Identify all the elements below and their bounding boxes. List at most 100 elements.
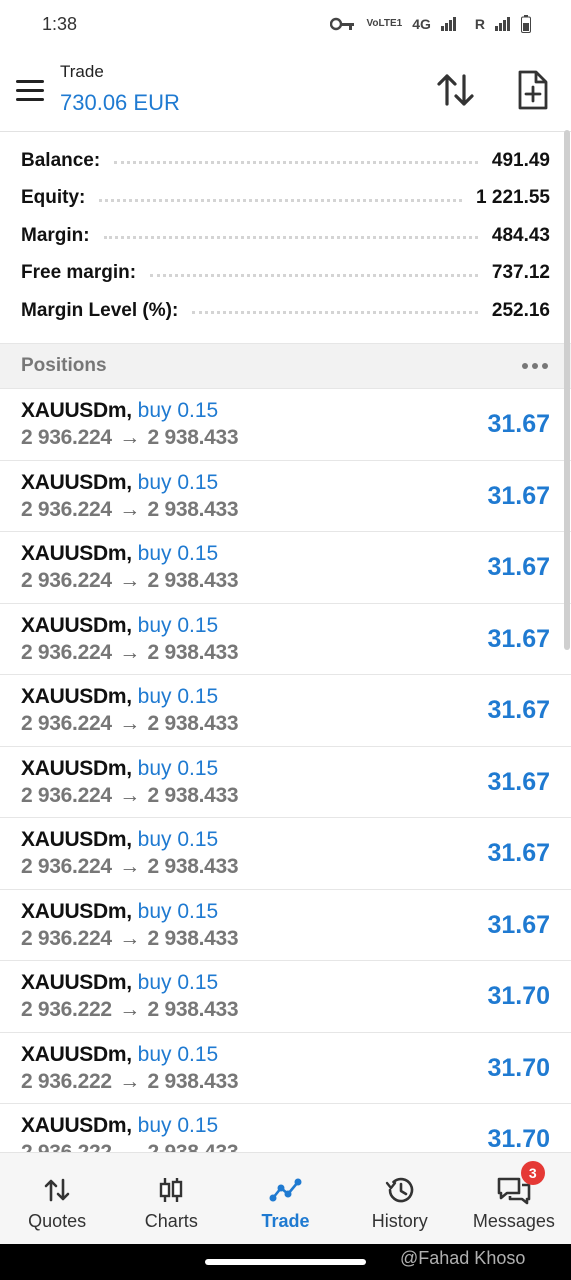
position-symbol: XAUUSDm, bbox=[21, 971, 132, 994]
summary-value: 737.12 bbox=[491, 262, 550, 284]
position-symbol: XAUUSDm, bbox=[21, 542, 132, 565]
scrollbar[interactable] bbox=[564, 130, 570, 650]
page-title: Trade bbox=[60, 62, 104, 81]
arrow-right-icon: → bbox=[119, 640, 140, 664]
position-current-price: 2 938.433 bbox=[147, 783, 239, 807]
position-side: buy 0.15 bbox=[137, 613, 219, 637]
position-current-price: 2 938.433 bbox=[148, 1141, 239, 1152]
position-open-price: 2 936.222 bbox=[21, 998, 112, 1021]
position-row[interactable]: XAUUSDm, buy 0.15 2 936.224 → 2 938.433 … bbox=[0, 675, 571, 747]
position-side: buy 0.15 bbox=[137, 756, 219, 780]
bottom-nav: Quotes Charts Trade History 3 Messages bbox=[0, 1152, 571, 1244]
position-side: buy 0.15 bbox=[137, 828, 219, 851]
menu-button[interactable] bbox=[12, 72, 48, 108]
position-profit: 31.70 bbox=[487, 1125, 550, 1152]
summary-label: Margin Level (%): bbox=[21, 299, 179, 321]
arrow-right-icon: → bbox=[119, 426, 140, 449]
position-current-price: 2 938.433 bbox=[147, 712, 239, 735]
candlestick-icon bbox=[160, 1178, 183, 1202]
summary-value: 252.16 bbox=[491, 299, 550, 321]
position-symbol: XAUUSDm, bbox=[21, 613, 132, 637]
trade-trend-icon bbox=[269, 1178, 301, 1202]
app-header: Trade 730.06 EUR bbox=[0, 54, 571, 130]
position-current-price: 2 938.433 bbox=[147, 497, 239, 521]
summary-row-margin-level: Margin Level (%): 252.16 bbox=[0, 292, 571, 330]
position-current-price: 2 938.433 bbox=[147, 855, 239, 878]
sort-arrows-icon bbox=[437, 74, 474, 106]
sort-button[interactable] bbox=[432, 68, 480, 112]
battery-icon bbox=[521, 15, 531, 33]
position-side: buy 0.15 bbox=[137, 1114, 219, 1137]
position-open-price: 2 936.224 bbox=[21, 426, 112, 449]
position-row[interactable]: XAUUSDm, buy 0.15 2 936.224 → 2 938.433 … bbox=[0, 461, 571, 532]
arrow-right-icon: → bbox=[119, 1069, 140, 1093]
position-side: buy 0.15 bbox=[137, 971, 219, 994]
roaming-indicator: R bbox=[474, 16, 485, 32]
history-icon bbox=[385, 1177, 413, 1203]
position-side: buy 0.15 bbox=[137, 542, 219, 565]
nav-label: Quotes bbox=[28, 1211, 87, 1231]
position-current-price: 2 938.433 bbox=[147, 569, 239, 592]
position-symbol: XAUUSDm, bbox=[21, 828, 132, 851]
position-side: buy 0.15 bbox=[137, 399, 219, 422]
position-profit: 31.67 bbox=[487, 910, 550, 939]
nav-messages[interactable]: 3 Messages bbox=[457, 1153, 571, 1244]
signal-icon-2 bbox=[495, 17, 510, 31]
arrow-right-icon: → bbox=[117, 1141, 142, 1152]
position-row[interactable]: XAUUSDm, buy 0.15 2 936.224 → 2 938.433 … bbox=[0, 890, 571, 961]
nav-charts[interactable]: Charts bbox=[114, 1153, 228, 1244]
positions-title: Positions bbox=[21, 355, 107, 376]
arrow-right-icon: → bbox=[119, 998, 140, 1021]
position-open-price: 2 936.224 bbox=[21, 712, 112, 735]
summary-row-balance: Balance: 491.49 bbox=[0, 142, 571, 180]
arrow-right-icon: → bbox=[119, 855, 140, 878]
arrow-right-icon: → bbox=[119, 712, 140, 735]
position-profit: 31.70 bbox=[487, 982, 550, 1010]
nav-trade[interactable]: Trade bbox=[228, 1153, 342, 1244]
position-row[interactable]: XAUUSDm, buy 0.15 2 936.224 → 2 938.433 … bbox=[0, 747, 571, 818]
new-document-icon bbox=[518, 70, 548, 110]
position-row[interactable]: XAUUSDm, buy 0.15 2 936.224 → 2 938.433 … bbox=[0, 604, 571, 675]
header-divider bbox=[0, 131, 571, 132]
home-indicator[interactable] bbox=[205, 1259, 366, 1265]
nav-quotes[interactable]: Quotes bbox=[0, 1153, 114, 1244]
position-open-price: 2 936.224 bbox=[21, 783, 112, 807]
position-open-price: 2 936.224 bbox=[21, 855, 112, 878]
position-row[interactable]: XAUUSDm, buy 0.15 2 936.222 → 2 938.433 … bbox=[0, 1033, 571, 1104]
position-side: buy 0.15 bbox=[137, 685, 219, 708]
signal-icon bbox=[440, 17, 456, 31]
status-bar: 1:38 VoLTE1 4G R bbox=[0, 0, 571, 48]
summary-value: 1 221.55 bbox=[476, 187, 550, 209]
quotes-icon bbox=[44, 1178, 70, 1202]
position-current-price: 2 938.433 bbox=[147, 426, 239, 449]
position-current-price: 2 938.433 bbox=[147, 926, 239, 950]
nav-label: History bbox=[371, 1211, 428, 1231]
summary-row-free-margin: Free margin: 737.12 bbox=[0, 255, 571, 293]
position-profit: 31.67 bbox=[487, 553, 550, 581]
position-current-price: 2 938.433 bbox=[147, 998, 239, 1021]
watermark: @Fahad Khoso bbox=[400, 1248, 526, 1268]
position-row[interactable]: XAUUSDm, buy 0.15 2 936.224 → 2 938.433 … bbox=[0, 532, 571, 604]
position-symbol: XAUUSDm, bbox=[21, 685, 132, 708]
messages-badge: 3 bbox=[520, 1161, 545, 1185]
network-4g: 4G bbox=[412, 16, 431, 32]
position-row[interactable]: XAUUSDm, buy 0.15 2 936.222 → 2 938.433 … bbox=[0, 961, 571, 1033]
volte-indicator: VoLTE1 bbox=[366, 18, 403, 29]
position-symbol: XAUUSDm, bbox=[21, 899, 132, 923]
arrow-right-icon: → bbox=[119, 569, 140, 592]
new-order-button[interactable] bbox=[510, 68, 554, 112]
position-side: buy 0.15 bbox=[137, 470, 219, 494]
position-row[interactable]: XAUUSDm, buy 0.15 2 936.222 → 2 938.433 … bbox=[0, 1104, 571, 1152]
arrow-right-icon: → bbox=[119, 497, 140, 521]
nav-history[interactable]: History bbox=[343, 1153, 457, 1244]
position-side: buy 0.15 bbox=[137, 1042, 219, 1066]
position-row[interactable]: XAUUSDm, buy 0.15 2 936.224 → 2 938.433 … bbox=[0, 818, 571, 890]
position-symbol: XAUUSDm, bbox=[21, 756, 132, 780]
position-open-price: 2 936.224 bbox=[21, 926, 112, 950]
more-options-button[interactable] bbox=[520, 357, 550, 375]
position-row[interactable]: XAUUSDm, buy 0.15 2 936.224 → 2 938.433 … bbox=[0, 389, 571, 461]
positions-list[interactable]: XAUUSDm, buy 0.15 2 936.224 → 2 938.433 … bbox=[0, 389, 571, 1152]
more-dots-icon bbox=[522, 363, 528, 369]
position-symbol: XAUUSDm, bbox=[21, 1114, 132, 1137]
position-profit: 31.67 bbox=[487, 481, 550, 510]
